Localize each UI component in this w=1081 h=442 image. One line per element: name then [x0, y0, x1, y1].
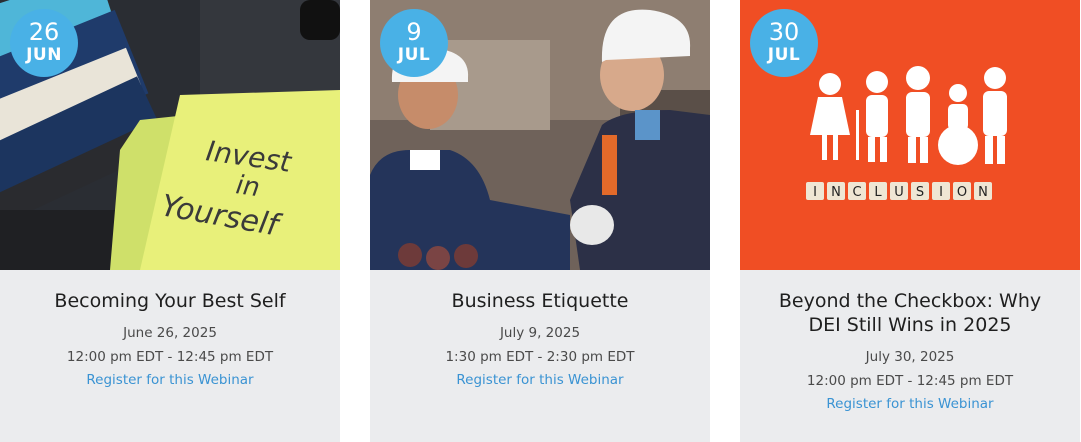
letter-tile-char: C [852, 185, 861, 200]
letter-tile-char: I [813, 185, 817, 200]
webinar-title[interactable]: Beyond the Checkbox: Why DEI Still Wins … [740, 289, 1080, 337]
webinar-date: July 30, 2025 [865, 349, 955, 365]
letter-tile-char: L [874, 185, 882, 200]
letter-tile: U [890, 182, 908, 200]
letter-tile-char: I [939, 185, 943, 200]
letter-tile: S [911, 182, 929, 200]
webinar-date: June 26, 2025 [123, 325, 217, 341]
letter-tile: N [827, 182, 845, 200]
date-badge: 30 JUL [750, 9, 818, 77]
letter-tile-char: N [831, 185, 841, 200]
webinar-date: July 9, 2025 [499, 325, 581, 341]
date-badge-day: 9 [406, 18, 422, 46]
inclusion-tiles: INCLUSION [806, 182, 992, 200]
date-badge: 9 JUL [380, 9, 448, 77]
letter-tile-char: N [978, 185, 988, 200]
register-link[interactable]: Register for this Webinar [86, 369, 253, 391]
webinar-time: 12:00 pm EDT - 12:45 pm EDT [806, 373, 1014, 389]
letter-tile: I [806, 182, 824, 200]
webinar-card: 9 JUL Business Etiquette July 9, 2025 1:… [370, 0, 710, 442]
letter-tile-char: S [916, 185, 924, 200]
register-link[interactable]: Register for this Webinar [456, 369, 623, 391]
date-badge-month: JUL [767, 45, 801, 65]
date-badge: 26 JUN [10, 9, 78, 77]
card-body: Business Etiquette July 9, 2025 1:30 pm … [370, 270, 710, 391]
webinar-card: INCLUSION 30 JUL Beyond the Checkbox: Wh… [740, 0, 1080, 442]
letter-tile-char: O [957, 185, 967, 200]
date-badge-day: 30 [768, 18, 800, 46]
webinar-card: Invest in Yourself 26 JUN Becoming Your … [0, 0, 340, 442]
webinar-time: 12:00 pm EDT - 12:45 pm EDT [66, 349, 274, 365]
letter-tile: L [869, 182, 887, 200]
register-link[interactable]: Register for this Webinar [826, 393, 993, 415]
card-body: Becoming Your Best Self June 26, 2025 12… [0, 270, 340, 391]
letter-tile: I [932, 182, 950, 200]
letter-tile: C [848, 182, 866, 200]
svg-text:in: in [234, 170, 262, 203]
webinar-time: 1:30 pm EDT - 2:30 pm EDT [445, 349, 635, 365]
card-body: Beyond the Checkbox: Why DEI Still Wins … [740, 270, 1080, 415]
date-badge-month: JUL [397, 45, 431, 65]
letter-tile: O [953, 182, 971, 200]
date-badge-day: 26 [28, 18, 60, 46]
webinar-title[interactable]: Business Etiquette [370, 289, 710, 313]
date-badge-month: JUN [26, 45, 62, 65]
letter-tile: N [974, 182, 992, 200]
webinar-title[interactable]: Becoming Your Best Self [0, 289, 340, 313]
letter-tile-char: U [894, 185, 904, 200]
